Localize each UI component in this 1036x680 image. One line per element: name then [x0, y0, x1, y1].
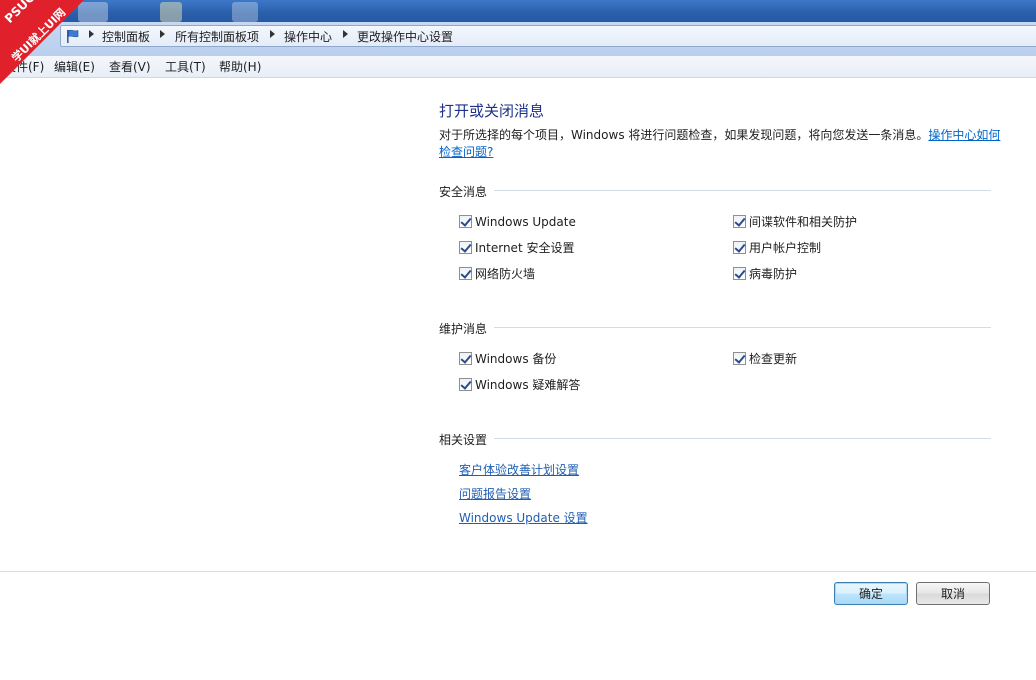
section-title-related: 相关设置: [439, 433, 488, 447]
page-description: 对于所选择的每个项目，Windows 将进行问题检查，如果发现问题，将向您发送一…: [439, 127, 1009, 161]
breadcrumb-item[interactable]: 操作中心: [284, 29, 332, 45]
breadcrumb-separator-icon[interactable]: [89, 30, 94, 38]
taskbar-thumb: [160, 2, 182, 22]
address-bar[interactable]: 控制面板 所有控制面板项 操作中心 更改操作中心设置: [60, 25, 1036, 47]
checkbox-spyware[interactable]: 间谍软件和相关防护: [733, 213, 857, 231]
link-ceip-settings[interactable]: 客户体验改善计划设置: [459, 461, 579, 478]
page-title: 打开或关闭消息: [439, 102, 545, 120]
breadcrumb-separator-icon[interactable]: [160, 30, 165, 38]
checkbox-checked-icon[interactable]: [459, 267, 472, 280]
checkbox-label: Windows 备份: [475, 352, 557, 366]
checkbox-checked-icon[interactable]: [733, 215, 746, 228]
checkbox-virus-protection[interactable]: 病毒防护: [733, 265, 797, 283]
checkbox-label: 间谍软件和相关防护: [749, 215, 858, 229]
taskbar-thumb: [232, 2, 258, 22]
section-title-maintenance: 维护消息: [439, 322, 488, 336]
checkbox-checked-icon[interactable]: [733, 267, 746, 280]
menu-view[interactable]: 查看(V): [109, 59, 151, 75]
checkbox-checked-icon[interactable]: [459, 215, 472, 228]
menu-bar: 文件(F) 编辑(E) 查看(V) 工具(T) 帮助(H): [0, 56, 1036, 78]
cancel-button[interactable]: 取消: [916, 582, 990, 605]
ok-button[interactable]: 确定: [834, 582, 908, 605]
breadcrumb-item[interactable]: 更改操作中心设置: [357, 29, 453, 45]
section-title-security: 安全消息: [439, 185, 488, 199]
checkbox-label: 网络防火墙: [475, 267, 536, 281]
checkbox-firewall[interactable]: 网络防火墙: [459, 265, 535, 283]
section-divider: [494, 190, 991, 191]
checkbox-checked-icon[interactable]: [459, 241, 472, 254]
checkbox-check-updates[interactable]: 检查更新: [733, 350, 797, 368]
address-bar-row: 控制面板 所有控制面板项 操作中心 更改操作中心设置: [0, 22, 1036, 56]
checkbox-label: Internet 安全设置: [475, 241, 575, 255]
checkbox-label: Windows Update: [475, 215, 576, 229]
checkbox-internet-security[interactable]: Internet 安全设置: [459, 239, 574, 257]
breadcrumb-separator-icon[interactable]: [270, 30, 275, 38]
menu-tools[interactable]: 工具(T): [165, 59, 206, 75]
description-text: 对于所选择的每个项目，Windows 将进行问题检查，如果发现问题，将向您发送一…: [439, 128, 929, 142]
breadcrumb-separator-icon[interactable]: [343, 30, 348, 38]
footer-divider: [0, 571, 1036, 572]
checkbox-windows-update[interactable]: Windows Update: [459, 213, 576, 231]
checkbox-uac[interactable]: 用户帐户控制: [733, 239, 821, 257]
checkbox-troubleshooting[interactable]: Windows 疑难解答: [459, 376, 580, 394]
checkbox-checked-icon[interactable]: [733, 241, 746, 254]
checkbox-label: 检查更新: [749, 352, 798, 366]
breadcrumb-item[interactable]: 控制面板: [102, 29, 150, 45]
checkbox-label: Windows 疑难解答: [475, 378, 581, 392]
breadcrumb-item[interactable]: 所有控制面板项: [175, 29, 259, 45]
menu-help[interactable]: 帮助(H): [219, 59, 261, 75]
checkbox-checked-icon[interactable]: [733, 352, 746, 365]
checkbox-checked-icon[interactable]: [459, 378, 472, 391]
title-bar: [0, 0, 1036, 24]
checkbox-label: 用户帐户控制: [749, 241, 822, 255]
checkbox-label: 病毒防护: [749, 267, 798, 281]
checkbox-windows-backup[interactable]: Windows 备份: [459, 350, 556, 368]
section-divider: [494, 327, 991, 328]
link-problem-reporting[interactable]: 问题报告设置: [459, 485, 531, 502]
section-divider: [494, 438, 991, 439]
link-windows-update-settings[interactable]: Windows Update 设置: [459, 509, 588, 526]
checkbox-checked-icon[interactable]: [459, 352, 472, 365]
